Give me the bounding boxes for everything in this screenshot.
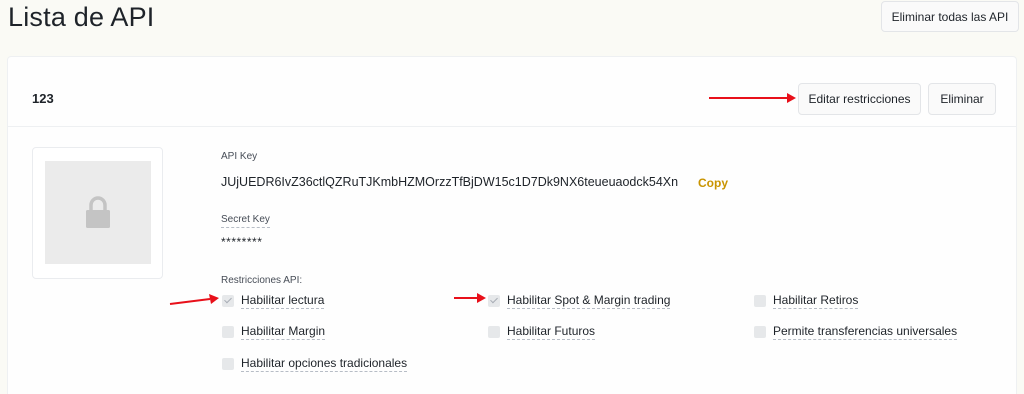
checkbox[interactable] <box>222 326 234 338</box>
restriction-enable-withdrawals[interactable]: Habilitar Retiros <box>754 293 859 309</box>
restriction-label: Habilitar Margin <box>241 324 326 340</box>
checkbox[interactable] <box>222 358 234 370</box>
copy-button[interactable]: Copy <box>698 176 728 190</box>
checkbox-checked[interactable] <box>488 295 500 307</box>
edit-restrictions-button[interactable]: Editar restricciones <box>798 83 921 115</box>
secret-key-value: ******** <box>221 235 263 249</box>
api-card: 123 Editar restricciones Eliminar API Ke… <box>7 56 1017 394</box>
restriction-label: Habilitar opciones tradicionales <box>241 356 408 372</box>
api-thumbnail <box>32 147 163 279</box>
checkbox[interactable] <box>754 326 766 338</box>
restriction-label: Habilitar Retiros <box>773 293 859 309</box>
restriction-enable-read[interactable]: Habilitar lectura <box>222 293 325 309</box>
delete-all-api-button[interactable]: Eliminar todas las API <box>881 1 1019 32</box>
restriction-enable-spot-margin[interactable]: Habilitar Spot & Margin trading <box>488 293 671 309</box>
api-name: 123 <box>32 91 54 106</box>
red-arrow-icon <box>709 93 796 103</box>
restriction-enable-options[interactable]: Habilitar opciones tradicionales <box>222 356 408 372</box>
restriction-enable-margin[interactable]: Habilitar Margin <box>222 324 326 340</box>
restriction-label: Habilitar Futuros <box>507 324 596 340</box>
restriction-label: Habilitar Spot & Margin trading <box>507 293 671 309</box>
red-arrow-icon <box>454 293 486 303</box>
restriction-label: Habilitar lectura <box>241 293 325 309</box>
restriction-enable-futures[interactable]: Habilitar Futuros <box>488 324 596 340</box>
api-key-label: API Key <box>221 151 258 162</box>
checkbox[interactable] <box>488 326 500 338</box>
restriction-universal-transfers[interactable]: Permite transferencias universales <box>754 324 958 340</box>
checkbox-checked[interactable] <box>222 295 234 307</box>
lock-icon <box>86 195 110 228</box>
checkbox[interactable] <box>754 295 766 307</box>
api-key-value: JUjUEDR6IvZ36ctlQZRuTJKmbHZMOrzzTfBjDW15… <box>221 175 679 189</box>
restrictions-label: Restricciones API: <box>221 275 303 286</box>
secret-key-label: Secret Key <box>221 214 270 228</box>
red-arrow-icon <box>169 294 219 305</box>
delete-api-button[interactable]: Eliminar <box>928 83 996 115</box>
divider <box>8 126 1016 127</box>
page-title: Lista de API <box>8 2 155 32</box>
restriction-label: Permite transferencias universales <box>773 324 958 340</box>
